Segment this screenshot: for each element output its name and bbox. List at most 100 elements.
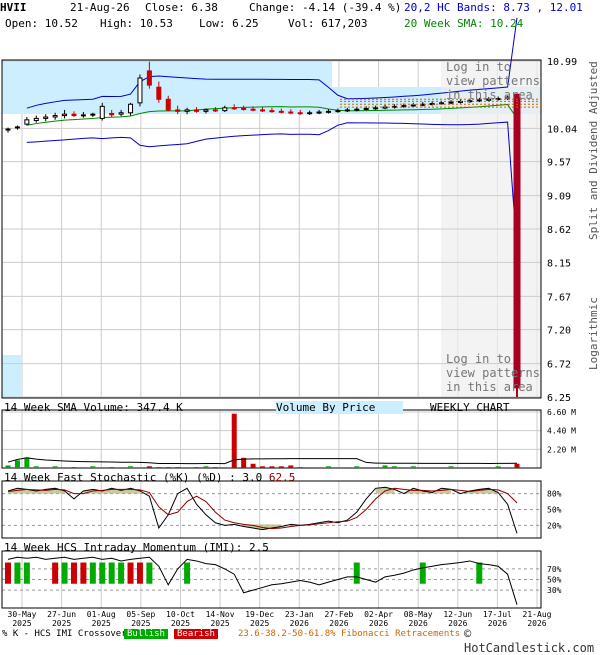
volume-bar: [373, 467, 379, 468]
volume-bar: [260, 466, 265, 468]
bearish-crossover-bar: [80, 562, 87, 584]
candle-body: [128, 103, 134, 114]
x-axis-label: 10-Oct: [166, 610, 195, 619]
stoch-d-title: (%D) : 3.0: [196, 471, 263, 484]
volume-tick-label: 6.60 M: [547, 408, 576, 417]
candle-body: [175, 109, 181, 112]
stoch-d-line: [7, 487, 518, 530]
split-adjusted-label: Split and Dividend Adjusted: [587, 61, 600, 240]
price-tick-label: 8.62: [547, 225, 571, 236]
volume-bar: [420, 467, 426, 468]
x-axis-label: 2026: [369, 619, 388, 628]
volume-by-price-label: Volume By Price: [276, 401, 404, 414]
bullish-crossover-bar: [184, 562, 191, 584]
band-shade-bottom: [2, 355, 22, 398]
volume-bar: [476, 467, 482, 468]
volume-bar: [382, 465, 388, 468]
candle-body: [146, 70, 152, 86]
candle-body: [109, 112, 115, 116]
candle-body: [325, 110, 331, 113]
volume-panel-frame: [1, 409, 542, 469]
weekly-chart-label: WEEKLY CHART: [430, 401, 510, 414]
volume-tick-label: 2.20 M: [547, 445, 576, 454]
stoch-k-title: 14 Week Fast Stochastic (%K): [4, 471, 190, 484]
candle-body: [184, 109, 190, 112]
x-axis-label: 2025: [210, 619, 229, 628]
x-axis-label: 2025: [131, 619, 150, 628]
volume-sma-line: [7, 457, 518, 465]
stoch-d-value: 62.5: [268, 471, 296, 484]
volume-bar: [99, 467, 105, 468]
x-axis-label: 2025: [52, 619, 71, 628]
candle-body: [297, 112, 303, 115]
high-value: High: 10.53: [100, 17, 173, 30]
x-axis-label: 05-Sep: [126, 610, 155, 619]
login-overlay-bottom[interactable]: Log in to view patterns in this area: [446, 352, 542, 394]
crossover-legend: % K - HCS IMI Crossover:: [2, 629, 133, 639]
x-axis-label: 2025: [250, 619, 269, 628]
volume-bar: [269, 466, 275, 468]
x-axis-label: 23-Jan: [285, 610, 314, 619]
bullish-crossover-bar: [61, 562, 68, 584]
candle-body: [43, 116, 49, 119]
x-axis-label: 2026: [409, 619, 428, 628]
volume-bar: [90, 466, 96, 468]
bullish-crossover-bar: [23, 562, 30, 584]
candle-body: [513, 93, 521, 389]
volume-bar: [212, 467, 218, 468]
bullish-crossover-bar: [89, 562, 96, 584]
candle-body: [344, 109, 350, 112]
candle-body: [373, 107, 379, 110]
candle-body: [33, 117, 39, 122]
login-overlay-top[interactable]: Log in to view patterns in this area: [446, 60, 542, 102]
bullish-crossover-bar: [118, 562, 125, 584]
volume-bar: [278, 466, 284, 468]
price-tick-label: 9.57: [547, 158, 571, 169]
volume-bar: [52, 466, 58, 468]
x-axis-label: 02-Apr: [364, 610, 393, 619]
candle-body: [439, 102, 445, 105]
x-axis-label: 30-May: [8, 610, 37, 619]
volume-bar: [128, 466, 134, 468]
x-axis-label: 2025: [92, 619, 111, 628]
candle-body: [410, 104, 416, 107]
volume-bar: [80, 467, 86, 468]
momentum-panel-title: 14 Week HCS Intraday Momentum (IMI): 2.5: [4, 541, 269, 554]
volume-bar: [439, 467, 445, 468]
candle-body: [80, 114, 86, 117]
bands-value: 20,2 HC Bands: 8.73 , 12.01: [404, 1, 583, 14]
x-axis-label: 2025: [171, 619, 190, 628]
volume-bar: [184, 467, 190, 468]
candle-body: [165, 98, 171, 111]
candle-body: [269, 110, 275, 113]
volume-bar: [156, 467, 162, 468]
volume-bar: [325, 466, 331, 468]
candle-body: [278, 110, 284, 113]
candle-body: [401, 105, 407, 108]
stoch-tick-label: 50%: [547, 506, 562, 515]
bullish-crossover-bar: [108, 562, 115, 584]
price-tick-label: 8.15: [547, 258, 571, 269]
volume-panel-title: 14 Week SMA Volume: 347.4 K: [4, 401, 183, 414]
volume-bar: [495, 466, 501, 468]
imi-tick-label: 50%: [547, 576, 562, 585]
x-axis-label: 27-Jun: [47, 610, 76, 619]
fibonacci-legend: 23.6-38.2-50-61.8% Fibonacci Retracement…: [238, 629, 461, 639]
close-value: Close: 6.38: [145, 1, 218, 14]
candle-body: [156, 86, 162, 100]
volume-bar: [62, 467, 68, 468]
candle-body: [62, 113, 68, 117]
candle-body: [222, 107, 228, 112]
sma-value: 20 Week SMA: 10.24: [404, 17, 524, 30]
volume-bar: [307, 467, 313, 468]
x-axis-label: 21-Aug: [523, 610, 552, 619]
date: 21-Aug-26: [70, 1, 130, 14]
volume-bar: [391, 466, 397, 468]
volume-bar: [5, 465, 11, 468]
volume-bar: [137, 467, 143, 468]
brand-label[interactable]: © HotCandlestick.com: [464, 627, 600, 655]
price-tick-label: 10.99: [547, 57, 577, 68]
stoch-tick-label: 20%: [547, 521, 562, 530]
bullish-legend: Bullish: [124, 629, 168, 639]
candle-body: [212, 109, 218, 112]
